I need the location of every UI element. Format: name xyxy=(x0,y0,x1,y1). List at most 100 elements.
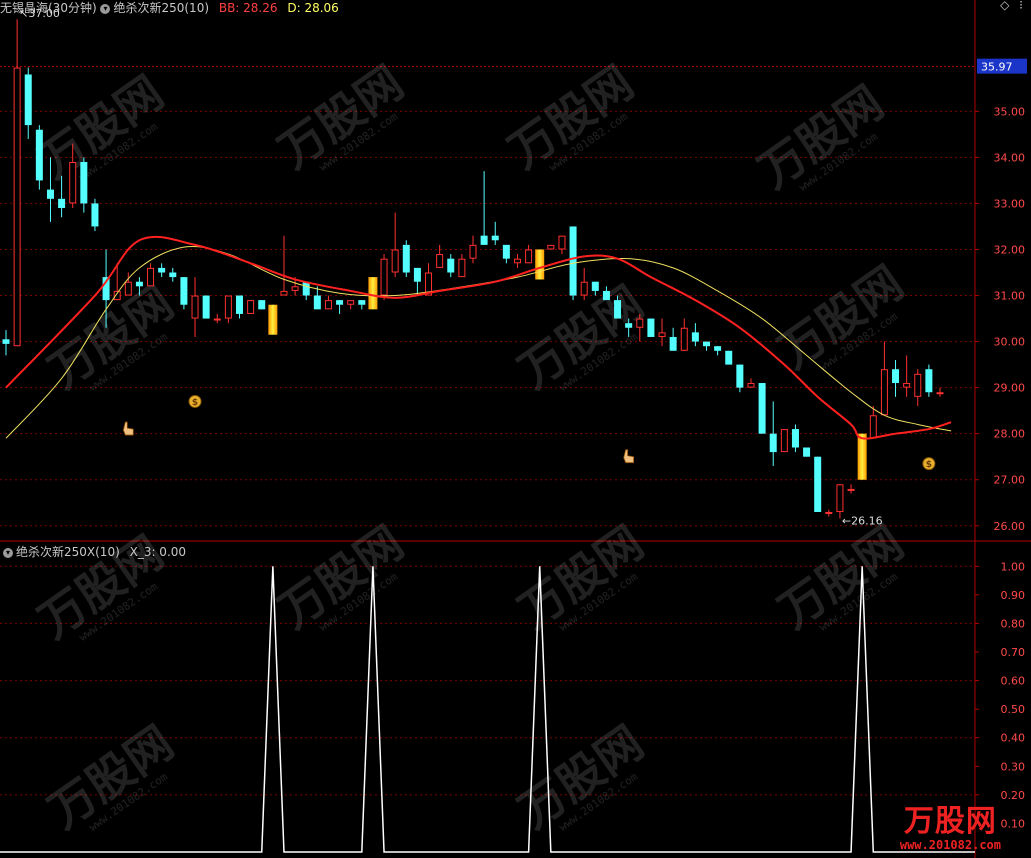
hand-pointer-icon xyxy=(122,421,134,436)
sub-y-tick-label: 0.70 xyxy=(1001,646,1026,659)
candle xyxy=(280,235,288,296)
candle-body xyxy=(747,383,755,388)
y-tick-label: 33.00 xyxy=(994,197,1026,210)
candle-body xyxy=(691,332,699,342)
candle xyxy=(35,125,43,190)
candle xyxy=(791,424,799,453)
candle xyxy=(324,295,332,310)
candle xyxy=(836,484,844,519)
hand-pointer-shape xyxy=(122,421,134,436)
candle-body xyxy=(258,300,266,310)
candle xyxy=(658,318,666,347)
x3-value: X_3: 0.00 xyxy=(129,545,187,559)
candle-body xyxy=(158,267,166,273)
candle-body xyxy=(936,392,944,395)
y-tick-label: 32.00 xyxy=(994,243,1026,256)
candle-body xyxy=(46,189,54,199)
candle-body xyxy=(636,318,644,328)
candle-body xyxy=(413,267,421,282)
candle xyxy=(558,235,566,255)
top-right-controls: ◇ ⁝ xyxy=(1000,0,1023,12)
signal-candle-body xyxy=(857,433,867,480)
current-price-label: 35.97 xyxy=(981,61,1013,74)
candle xyxy=(803,447,811,457)
sub-y-tick-label: 0.90 xyxy=(1001,589,1026,602)
y-tick-label: 35.00 xyxy=(994,105,1026,118)
candle xyxy=(213,313,221,324)
candle-body xyxy=(135,281,143,287)
watermark: 万股网www.201082.com xyxy=(509,515,653,638)
sub-indicator-name[interactable]: 绝杀次新250X(10) xyxy=(16,545,120,559)
candle-body xyxy=(580,281,588,296)
sub-y-tick-label: 0.50 xyxy=(1001,703,1026,716)
candle xyxy=(714,346,722,356)
watermark: 万股网www.201082.com xyxy=(39,715,183,838)
stock-title[interactable]: 无锡晶海(30分钟) xyxy=(0,1,97,15)
candle-body xyxy=(769,433,777,453)
indicator-name[interactable]: 绝杀次新250(10) xyxy=(113,1,209,15)
logo-text: 万股网 xyxy=(903,804,997,839)
more-icon[interactable]: ⁝ xyxy=(1019,0,1023,12)
candle xyxy=(268,304,278,335)
candle-body xyxy=(35,129,43,181)
candle-body xyxy=(714,346,722,351)
candle-body xyxy=(614,300,622,319)
indicator-dropdown-icon[interactable]: ▾ xyxy=(100,3,111,14)
candle-body xyxy=(703,341,710,347)
sub-indicator-dropdown-icon[interactable]: ▾ xyxy=(3,547,13,558)
candle xyxy=(91,198,99,232)
main-header: 无锡晶海(30分钟) ▾ 绝杀次新250(10) BB: 28.26 D: 28.… xyxy=(0,0,339,16)
candle xyxy=(358,300,366,310)
candle-body xyxy=(591,281,599,291)
money-bag-glyph: $ xyxy=(926,460,932,470)
candle xyxy=(224,295,232,324)
candle xyxy=(336,300,344,314)
candle-body xyxy=(825,511,833,514)
candle-body xyxy=(313,295,321,310)
sub-y-tick-label: 0.80 xyxy=(1001,617,1026,630)
candle xyxy=(391,212,399,278)
candle-body xyxy=(324,300,332,310)
candle xyxy=(547,244,555,250)
y-tick-label: 34.00 xyxy=(994,151,1026,164)
candle-body xyxy=(247,300,255,314)
candle-body xyxy=(447,258,455,273)
candle xyxy=(24,67,32,139)
watermark: 万股网www.201082.com xyxy=(29,65,173,188)
candle-body xyxy=(436,254,444,268)
candle-body xyxy=(491,235,499,241)
min-price-label: ←26.16 xyxy=(842,514,883,527)
y-tick-label: 30.00 xyxy=(994,336,1026,349)
candle-body xyxy=(758,383,766,434)
candle xyxy=(258,300,266,310)
watermark: 万股网www.201082.com xyxy=(499,55,643,178)
candle xyxy=(302,281,310,301)
candle-body xyxy=(391,249,399,273)
signal-candle-body xyxy=(368,277,378,310)
money-bag-icon: $ xyxy=(188,394,202,408)
candle-body xyxy=(147,267,155,287)
y-tick-label: 29.00 xyxy=(994,382,1026,395)
candle xyxy=(903,355,911,397)
candle xyxy=(402,240,410,278)
candle-body xyxy=(458,258,466,278)
diamond-icon[interactable]: ◇ xyxy=(1000,0,1009,12)
bb-value: BB: 28.26 xyxy=(218,1,278,15)
candle-body xyxy=(58,198,66,209)
candle-body xyxy=(169,272,177,278)
sub-y-tick-label: 1.00 xyxy=(1001,560,1026,573)
candle-body xyxy=(914,373,922,397)
candle-body xyxy=(291,286,299,291)
candle-body xyxy=(191,295,199,319)
candle-body xyxy=(836,484,844,512)
candle xyxy=(458,254,466,278)
candle xyxy=(469,235,477,264)
candle xyxy=(880,341,888,416)
candle xyxy=(814,456,822,512)
candle xyxy=(491,221,499,245)
price-axis: 26.00 27.00 28.00 29.00 30.00 31.00 32.00 33.00… xyxy=(975,58,1027,533)
candle-body xyxy=(602,290,610,301)
candle-body xyxy=(892,369,900,384)
watermark: 万股网www.201082.com xyxy=(749,75,893,198)
candle-body xyxy=(180,277,188,305)
